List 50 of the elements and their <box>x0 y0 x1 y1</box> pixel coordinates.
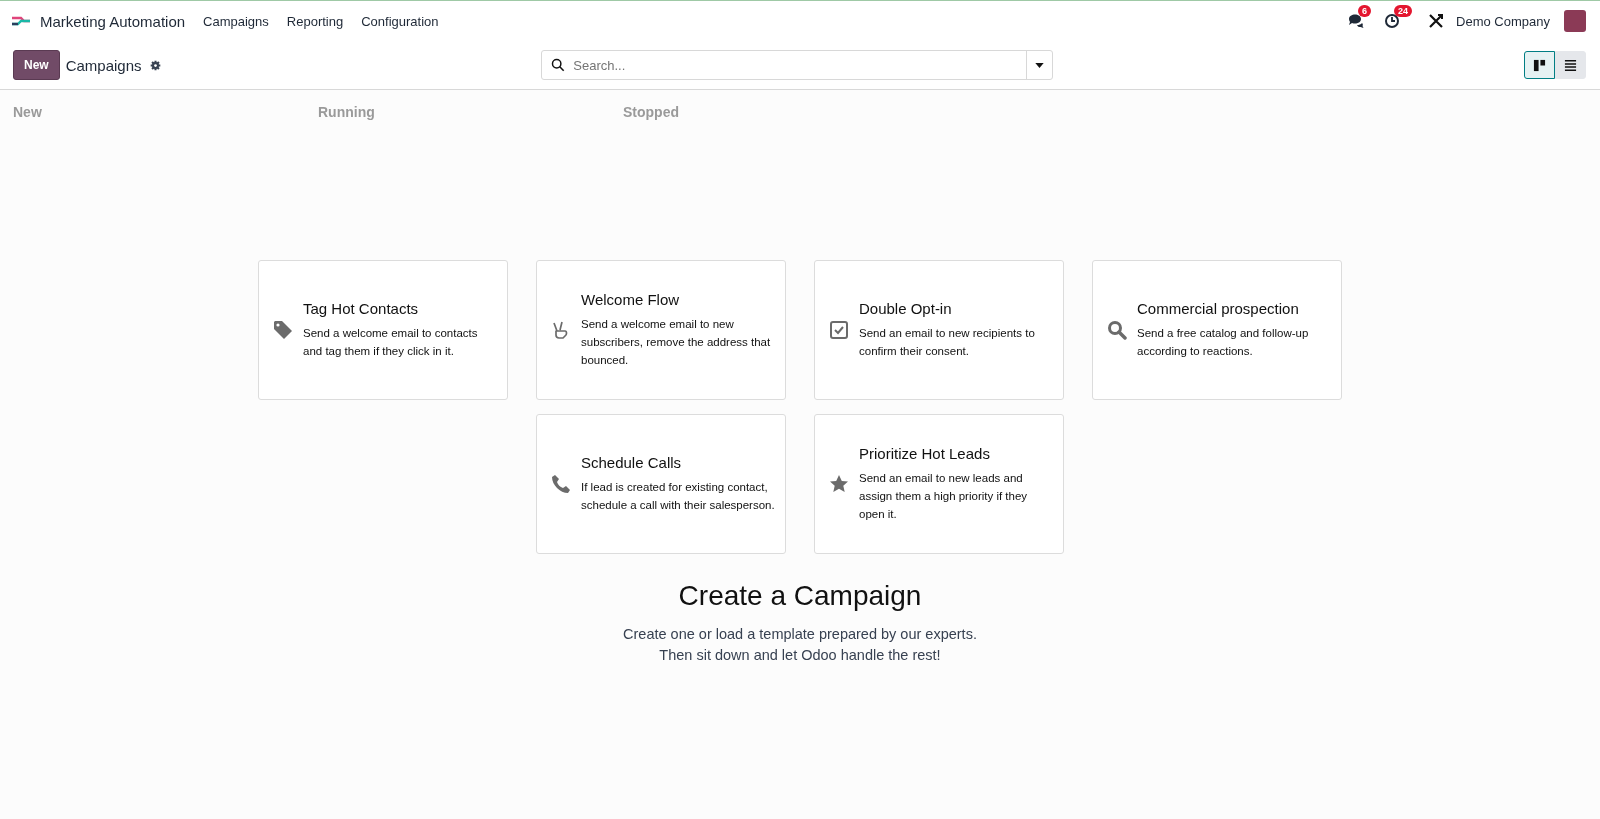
chat-icon[interactable] <box>1348 13 1365 29</box>
template-card[interactable]: Commercial prospection Send a free catalog and follow-up according to reactions. <box>1092 260 1342 400</box>
breadcrumb: Campaigns <box>65 56 142 74</box>
helper-title: Create a Campaign <box>678 580 922 612</box>
magnifier-icon <box>1107 320 1127 340</box>
template-title: Schedule Calls <box>581 454 683 471</box>
star-icon <box>829 474 849 494</box>
caret-icon <box>1035 62 1045 68</box>
list-icon <box>1564 58 1577 72</box>
template-description: Send a free catalog and follow-up according to reactions. <box>1137 326 1310 359</box>
kanban-view-button[interactable] <box>1524 51 1555 79</box>
stage-header: New <box>13 104 43 120</box>
menu-item[interactable]: Campaigns <box>203 13 269 29</box>
message-count-badge: 6 <box>1358 5 1372 17</box>
activity-count-badge: 24 <box>1394 5 1413 17</box>
template-card[interactable]: Welcome Flow Send a welcome email to new subscribers, remove the address that bounced. <box>536 260 786 400</box>
phone-icon <box>551 474 571 494</box>
helper-text: Create one or load a template prepared by our experts. <box>623 625 977 644</box>
app-logo-icon[interactable] <box>10 14 32 28</box>
list-view-button[interactable] <box>1555 51 1586 79</box>
template-title: Welcome Flow <box>581 291 681 308</box>
menu-item[interactable]: Configuration <box>361 13 439 29</box>
template-card[interactable]: Double Opt-in Send an email to new recipients to confirm their consent. <box>814 260 1064 400</box>
app-name[interactable]: Marketing Automation <box>40 12 186 30</box>
helper-text: Then sit down and let Odoo handle the rest! <box>659 646 941 665</box>
search-field[interactable]: Search... <box>571 56 1027 74</box>
template-title: Commercial prospection <box>1137 300 1300 317</box>
template-title: Double Opt-in <box>859 300 953 317</box>
new-button[interactable]: New <box>13 50 60 80</box>
tag-icon <box>273 320 293 340</box>
template-card[interactable]: Tag Hot Contacts Send a welcome email to contacts and tag them if they click in it. <box>258 260 508 400</box>
search-bar[interactable]: Search... <box>541 50 1054 80</box>
settings-icon[interactable] <box>149 59 161 71</box>
stage-header: Stopped <box>623 104 680 120</box>
company-switcher[interactable]: Demo Company <box>1456 13 1550 29</box>
template-description: Send a welcome email to contacts and tag them if they click in it. <box>303 326 479 359</box>
clock-icon[interactable] <box>1384 13 1401 29</box>
template-card[interactable]: Prioritize Hot Leads Send an email to new leads and assign them a high priority if they open it. <box>814 414 1064 554</box>
search-icon <box>551 58 566 72</box>
template-title: Tag Hot Contacts <box>303 300 420 317</box>
stage-header: Running <box>318 104 376 120</box>
template-description: Send an email to new leads and assign them a high priority if they open it. <box>859 471 1029 522</box>
checkbox-icon <box>829 320 849 340</box>
template-description: Send an email to new recipients to confirm their consent. <box>859 326 1036 359</box>
template-title: Prioritize Hot Leads <box>859 445 991 462</box>
template-card[interactable]: Schedule Calls If lead is created for existing contact, schedule a call with their salesperson. <box>536 414 786 554</box>
template-description: If lead is created for existing contact, schedule a call with their salesperson. <box>581 480 776 513</box>
template-description: Send a welcome email to new subscribers, remove the address that bounced. <box>581 317 772 368</box>
menu-item[interactable]: Reporting <box>286 13 344 29</box>
kanban-icon <box>1533 58 1546 72</box>
